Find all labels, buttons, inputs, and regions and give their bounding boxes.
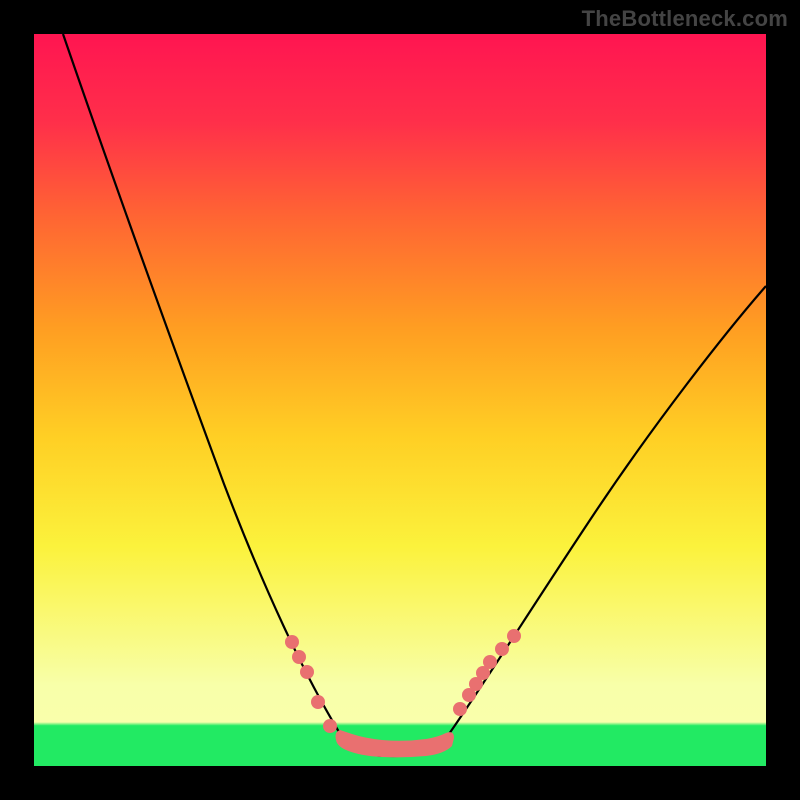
marker-right-6 <box>495 642 509 656</box>
marker-left-2 <box>292 650 306 664</box>
optimal-zone-marker <box>336 730 455 757</box>
marker-right-1 <box>453 702 467 716</box>
watermark-text: TheBottleneck.com <box>582 6 788 32</box>
chart-overlay-svg <box>34 34 766 766</box>
marker-left-1 <box>285 635 299 649</box>
marker-left-4 <box>311 695 325 709</box>
marker-left-5 <box>323 719 337 733</box>
bottleneck-curve <box>63 34 766 756</box>
chart-frame: TheBottleneck.com <box>0 0 800 800</box>
marker-left-3 <box>300 665 314 679</box>
marker-right-5 <box>483 655 497 669</box>
marker-right-7 <box>507 629 521 643</box>
